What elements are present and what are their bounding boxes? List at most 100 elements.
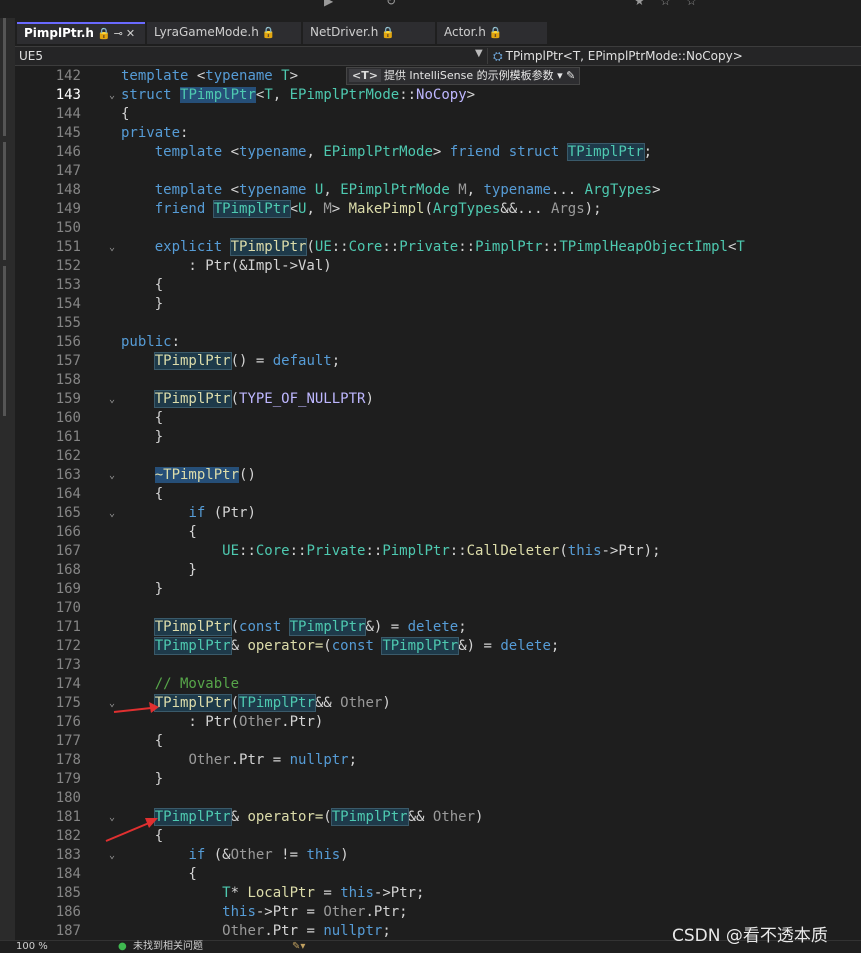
bookmark-icon[interactable]: ☆ — [686, 0, 697, 8]
line-number: 184 — [55, 866, 81, 882]
code-line[interactable]: 151 ⌄ explicit TPimplPtr(UE::Core::Privat… — [15, 238, 861, 257]
refresh-icon[interactable]: ↻ — [386, 0, 396, 8]
code-text: Other.Ptr = nullptr; — [222, 923, 391, 939]
code-line[interactable]: 159 ⌄ TPimplPtr(TYPE_OF_NULLPTR) — [15, 390, 861, 409]
left-tool-strip — [0, 18, 15, 940]
line-number: 181 — [55, 809, 81, 825]
code-line[interactable]: 171 TPimplPtr(const TPimplPtr&) = delete… — [15, 618, 861, 637]
code-line[interactable]: 160 { — [15, 409, 861, 428]
code-line[interactable]: 174 // Movable — [15, 675, 861, 694]
code-line[interactable]: 155 — [15, 314, 861, 333]
line-number: 185 — [55, 885, 81, 901]
fold-chevron-icon[interactable]: ⌄ — [109, 466, 115, 485]
code-text: struct TPimplPtr<T, EPimplPtrMode::NoCop… — [121, 87, 476, 103]
line-number: 159 — [55, 391, 81, 407]
class-icon: ⛭ — [493, 49, 503, 63]
lock-icon: 🔒 — [381, 26, 396, 39]
code-text: { — [121, 486, 164, 502]
code-line[interactable]: 152 : Ptr(&Impl->Val) — [15, 257, 861, 276]
code-line[interactable]: 180 — [15, 789, 861, 808]
line-number: 144 — [55, 106, 81, 122]
code-line[interactable]: 166 { — [15, 523, 861, 542]
toolwindow-tab[interactable] — [3, 266, 6, 416]
line-number: 164 — [55, 486, 81, 502]
cleanup-brush-icon[interactable]: ✎▾ — [292, 941, 305, 953]
bookmark-icon[interactable]: ☆ — [660, 0, 671, 8]
code-line[interactable]: 165 ⌄ if (Ptr) — [15, 504, 861, 523]
line-number: 145 — [55, 125, 81, 141]
member-dropdown[interactable]: ⛭ TPimplPtr<T, EPimplPtrMode::NoCopy> — [493, 49, 743, 64]
code-text: ~TPimplPtr() — [154, 467, 256, 483]
fold-chevron-icon[interactable]: ⌄ — [109, 390, 115, 409]
code-line[interactable]: 178 Other.Ptr = nullptr; — [15, 751, 861, 770]
tab-netdriver-h[interactable]: NetDriver.h 🔒 — [303, 22, 435, 44]
code-line[interactable]: 167 UE::Core::Private::PimplPtr::CallDel… — [15, 542, 861, 561]
chevron-down-icon[interactable]: ▼ — [475, 48, 483, 59]
code-line[interactable]: 179 } — [15, 770, 861, 789]
line-number: 155 — [55, 315, 81, 331]
code-line[interactable]: 144 { — [15, 105, 861, 124]
code-line[interactable]: 156 public: — [15, 333, 861, 352]
code-line[interactable]: 147 — [15, 162, 861, 181]
code-line[interactable]: 145 private: — [15, 124, 861, 143]
code-text: template <typename, EPimplPtrMode> frien… — [154, 143, 653, 161]
code-text: private: — [121, 125, 189, 141]
intellisense-template-hint[interactable]: <T> 提供 IntelliSense 的示例模板参数 ▾ ✎ — [346, 67, 581, 85]
hint-text: 提供 IntelliSense 的示例模板参数 — [383, 69, 554, 82]
fold-chevron-icon[interactable]: ⌄ — [109, 238, 115, 257]
code-line[interactable]: 169 } — [15, 580, 861, 599]
toolwindow-tab[interactable] — [3, 18, 6, 136]
code-line[interactable]: 158 — [15, 371, 861, 390]
code-line[interactable]: 177 { — [15, 732, 861, 751]
code-line[interactable]: 150 — [15, 219, 861, 238]
lock-icon: 🔒 — [261, 26, 276, 39]
tab-pimplptr-h[interactable]: PimplPtr.h 🔒 ⊸ ✕ — [17, 22, 145, 44]
code-line[interactable]: 161 } — [15, 428, 861, 447]
line-number: 157 — [55, 353, 81, 369]
code-line[interactable]: 143 ⌄ struct TPimplPtr<T, EPimplPtrMode::N… — [15, 86, 861, 105]
code-line[interactable]: 186 this->Ptr = Other.Ptr; — [15, 903, 861, 922]
tab-lyragamemode-h[interactable]: LyraGameMode.h 🔒 — [147, 22, 301, 44]
code-line[interactable]: 149 friend TPimplPtr<U, M> MakePimpl(Arg… — [15, 200, 861, 219]
fold-chevron-icon[interactable]: ⌄ — [109, 504, 115, 523]
code-line[interactable]: 148 template <typename U, EPimplPtrMode … — [15, 181, 861, 200]
code-text: if (Ptr) — [188, 505, 256, 521]
project-scope-dropdown[interactable]: UE5 — [19, 49, 43, 63]
bookmark-icon[interactable]: ★ — [634, 0, 645, 8]
code-line[interactable]: 168 } — [15, 561, 861, 580]
chevron-down-icon[interactable]: ▾ — [557, 69, 563, 82]
code-line[interactable]: 170 — [15, 599, 861, 618]
fold-chevron-icon[interactable]: ⌄ — [109, 846, 115, 865]
code-line[interactable]: 146 template <typename, EPimplPtrMode> f… — [15, 143, 861, 162]
line-number: 165 — [55, 505, 81, 521]
zoom-level[interactable]: 100 % — [16, 941, 48, 953]
code-editor[interactable]: <T> 提供 IntelliSense 的示例模板参数 ▾ ✎ 142 templa… — [15, 66, 861, 940]
code-text: // Movable — [154, 676, 240, 692]
code-line[interactable]: 157 TPimplPtr() = default; — [15, 352, 861, 371]
line-number: 168 — [55, 562, 81, 578]
code-line[interactable]: 154 } — [15, 295, 861, 314]
pencil-icon[interactable]: ✎ — [566, 69, 575, 82]
line-number: 150 — [55, 220, 81, 236]
close-icon[interactable]: ✕ — [126, 27, 135, 40]
code-line[interactable]: 163 ⌄ ~TPimplPtr() — [15, 466, 861, 485]
code-line[interactable]: 162 — [15, 447, 861, 466]
issues-status[interactable]: 未找到相关问题 — [133, 941, 203, 953]
line-number: 154 — [55, 296, 81, 312]
line-number: 143 — [55, 87, 81, 103]
code-line[interactable]: 183 ⌄ if (&Other != this) — [15, 846, 861, 865]
toolwindow-tab[interactable] — [3, 142, 6, 260]
code-text: { — [121, 733, 164, 749]
code-line[interactable]: 184 { — [15, 865, 861, 884]
code-text: UE::Core::Private::PimplPtr::CallDeleter… — [222, 543, 661, 559]
pin-icon[interactable]: ⊸ — [114, 27, 123, 40]
code-line[interactable]: 185 T* LocalPtr = this->Ptr; — [15, 884, 861, 903]
code-line[interactable]: 153 { — [15, 276, 861, 295]
fold-chevron-icon[interactable]: ⌄ — [109, 86, 115, 105]
code-line[interactable]: 173 — [15, 656, 861, 675]
code-line[interactable]: 172 TPimplPtr& operator=(const TPimplPtr… — [15, 637, 861, 656]
tab-actor-h[interactable]: Actor.h 🔒 — [437, 22, 547, 44]
code-line[interactable]: 164 { — [15, 485, 861, 504]
play-icon[interactable]: ▶ — [324, 0, 333, 8]
line-number: 186 — [55, 904, 81, 920]
